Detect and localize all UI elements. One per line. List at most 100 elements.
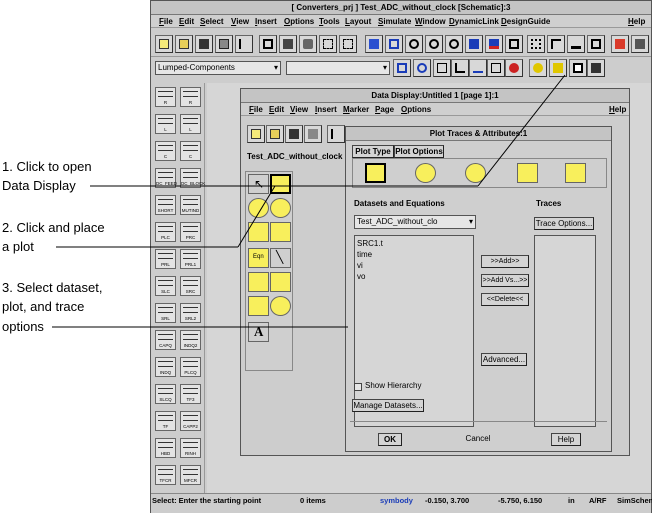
palette-component-left[interactable]: TF <box>155 411 176 431</box>
dd-open-icon[interactable] <box>266 125 284 143</box>
add-vs-button[interactable]: >>Add Vs...>> <box>481 274 529 287</box>
palette-component-right[interactable]: MUTIND <box>180 195 201 215</box>
pop-hierarchy-icon[interactable] <box>505 35 523 53</box>
chart-icon[interactable] <box>469 59 487 77</box>
palette-component-left[interactable]: PLC <box>155 222 176 242</box>
tab-plot-type[interactable]: Plot Type <box>352 145 394 158</box>
tune-wrench-icon[interactable] <box>549 59 567 77</box>
palette-component-right[interactable]: PRL1 <box>180 249 201 269</box>
simulate-icon[interactable] <box>611 35 629 53</box>
layout-icon[interactable] <box>487 59 505 77</box>
dd-menu-insert[interactable]: Insert <box>315 104 337 115</box>
dd-print-icon[interactable] <box>304 125 322 143</box>
menu-help[interactable]: Help <box>628 16 645 27</box>
rectangle-icon[interactable] <box>248 296 269 316</box>
equation-icon[interactable]: Eqn <box>248 248 269 268</box>
redo-icon[interactable] <box>339 35 357 53</box>
node-name-icon[interactable] <box>413 59 431 77</box>
traces-list[interactable] <box>534 235 596 427</box>
ok-button[interactable]: OK <box>378 433 402 446</box>
stack-plot-icon[interactable] <box>270 222 291 242</box>
component-select[interactable]: ▾ <box>286 61 390 75</box>
variable-item[interactable]: SRC1.t <box>357 238 473 249</box>
palette-component-right[interactable]: SRC <box>180 276 201 296</box>
mirror-icon[interactable] <box>279 35 297 53</box>
add-button[interactable]: >>Add>> <box>481 255 529 268</box>
hb-icon[interactable] <box>587 59 605 77</box>
line-icon[interactable]: ╲ <box>270 248 291 268</box>
palette-component-left[interactable]: SRL <box>155 303 176 323</box>
advanced-button[interactable]: Advanced... <box>481 353 527 366</box>
menu-designguide[interactable]: DesignGuide <box>501 16 550 27</box>
palette-component-right[interactable]: R <box>180 87 201 107</box>
zoom-in-icon[interactable] <box>405 35 423 53</box>
dd-new-icon[interactable] <box>247 125 265 143</box>
polygon-icon[interactable] <box>270 272 291 292</box>
dd-pointer-icon[interactable] <box>327 125 345 143</box>
palette-component-right[interactable]: L <box>180 114 201 134</box>
zoom-area-icon[interactable] <box>385 35 403 53</box>
data-display-icon[interactable] <box>569 59 587 77</box>
list-icon[interactable] <box>248 222 269 242</box>
palette-component-left[interactable]: PRL <box>155 249 176 269</box>
dd-dataset-field[interactable]: Test_ADC_without_clock <box>245 151 342 165</box>
bar-chart-icon[interactable] <box>451 59 469 77</box>
new-icon[interactable] <box>155 35 173 53</box>
menu-options[interactable]: Options <box>284 16 314 27</box>
palette-component-left[interactable]: INDQ <box>155 357 176 377</box>
rectangular-plot-icon[interactable] <box>270 174 291 194</box>
trace-options-button[interactable]: Trace Options... <box>534 217 594 230</box>
stack-plot-type-icon[interactable] <box>517 163 538 183</box>
menu-edit[interactable]: Edit <box>179 16 194 27</box>
circle-icon[interactable] <box>270 296 291 316</box>
dd-save-icon[interactable] <box>285 125 303 143</box>
palette-component-right[interactable]: TF3 <box>180 384 201 404</box>
palette-component-right[interactable]: INDQ2 <box>180 330 201 350</box>
polar-plot-icon[interactable] <box>248 198 269 218</box>
undo-icon[interactable] <box>319 35 337 53</box>
port-icon[interactable] <box>393 59 411 77</box>
menu-file[interactable]: File <box>159 16 173 27</box>
palette-component-left[interactable]: DC_FEED <box>155 168 177 188</box>
palette-component-left[interactable]: R <box>155 87 176 107</box>
component-icon[interactable] <box>587 35 605 53</box>
tune-icon[interactable] <box>631 35 649 53</box>
manage-datasets-button[interactable]: Manage Datasets... <box>352 399 424 412</box>
menu-insert[interactable]: Insert <box>255 16 277 27</box>
palette-component-left[interactable]: SHORT <box>155 195 176 215</box>
palette-component-left[interactable]: C <box>155 141 176 161</box>
stop-icon[interactable] <box>505 59 523 77</box>
text-icon[interactable]: A <box>248 322 269 342</box>
palette-component-right[interactable]: C <box>180 141 201 161</box>
dd-menu-options[interactable]: Options <box>401 104 431 115</box>
dd-menu-edit[interactable]: Edit <box>269 104 284 115</box>
print-icon[interactable] <box>215 35 233 53</box>
menu-tools[interactable]: Tools <box>319 16 340 27</box>
palette-component-right[interactable]: SRL2 <box>180 303 201 323</box>
zoom-fit-icon[interactable] <box>445 35 463 53</box>
palette-component-left[interactable]: CAPQ <box>155 330 176 350</box>
dataset-select[interactable]: Test_ADC_without_clo ▾ <box>354 215 476 229</box>
open-folder-icon[interactable] <box>175 35 193 53</box>
variable-item[interactable]: time <box>357 249 473 260</box>
palette-component-left[interactable]: L <box>155 114 176 134</box>
polyline-icon[interactable] <box>248 272 269 292</box>
gear-icon[interactable] <box>529 59 547 77</box>
palette-component-right[interactable]: PLCQ <box>180 357 201 377</box>
dd-menu-view[interactable]: View <box>290 104 308 115</box>
palette-select[interactable]: Lumped-Components ▾ <box>155 61 281 75</box>
dd-menu-marker[interactable]: Marker <box>343 104 369 115</box>
view-all-icon[interactable] <box>465 35 483 53</box>
menu-dynamiclink[interactable]: DynamicLink <box>449 16 499 27</box>
list-plot-type-icon[interactable] <box>565 163 586 183</box>
palette-component-right[interactable]: PRC <box>180 222 201 242</box>
palette-component-left[interactable]: SLCQ <box>155 384 176 404</box>
palette-component-left[interactable]: TFCR <box>155 465 176 485</box>
select-arrow-icon[interactable]: ↖ <box>248 174 269 194</box>
wire-icon[interactable] <box>547 35 565 53</box>
dd-menu-help[interactable]: Help <box>609 104 626 115</box>
help-button[interactable]: Help <box>551 433 581 446</box>
menu-layout[interactable]: Layout <box>345 16 371 27</box>
var-icon[interactable] <box>433 59 451 77</box>
variable-item[interactable]: vo <box>357 271 473 282</box>
